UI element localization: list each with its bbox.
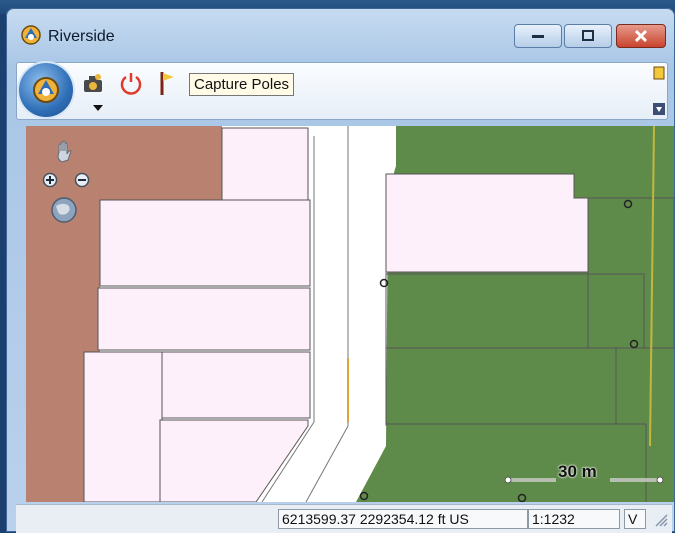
toolbar: Capture Poles: [16, 62, 668, 120]
close-button[interactable]: [616, 24, 666, 48]
tool-dropdown-caret[interactable]: [93, 105, 103, 111]
pole-flag-icon[interactable]: [153, 69, 181, 97]
map-scale-field[interactable]: 1:1232: [528, 509, 620, 529]
app-menu-button[interactable]: [19, 63, 73, 117]
camera-icon[interactable]: [79, 69, 107, 97]
map-canvas[interactable]: 30 m: [26, 126, 674, 502]
toolbar-overflow[interactable]: [653, 65, 665, 117]
window-title: Riverside: [48, 28, 115, 45]
scale-bar-label: 30 m: [558, 462, 597, 481]
resize-grip-icon[interactable]: [654, 513, 668, 527]
minimize-button[interactable]: [514, 24, 562, 48]
app-window: Riverside Capture Poles 30 m 6213599.37 …: [6, 8, 675, 533]
tooltip: Capture Poles: [189, 73, 295, 96]
coordinates-readout: 6213599.37 2292354.12 ft US: [278, 509, 528, 529]
mode-indicator[interactable]: V: [624, 509, 646, 529]
power-icon[interactable]: [117, 69, 145, 97]
status-bar: 6213599.37 2292354.12 ft US 1:1232 V: [16, 504, 672, 533]
app-logo-icon: [20, 24, 42, 46]
restore-button[interactable]: [564, 24, 612, 48]
title-bar[interactable]: Riverside: [6, 8, 675, 54]
